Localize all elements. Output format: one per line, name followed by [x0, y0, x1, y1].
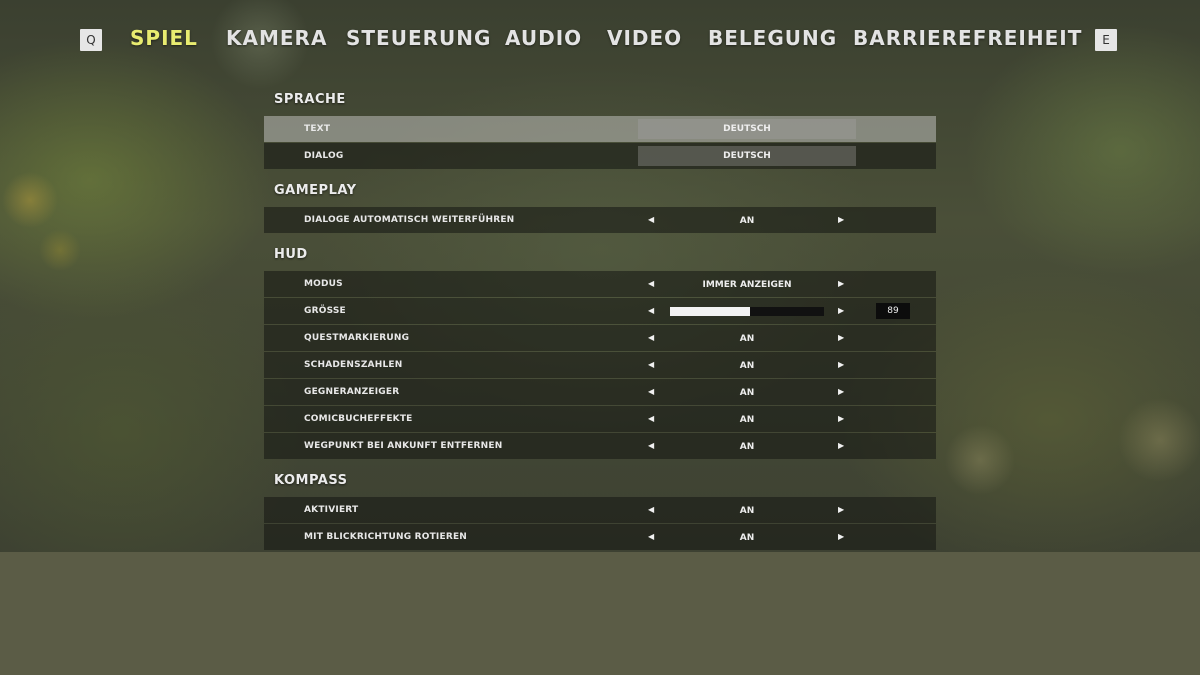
setting-row-hud-modus[interactable]: Modus ◀ Immer anzeigen ▶	[264, 271, 936, 297]
tab-spiel[interactable]: Spiel	[130, 26, 198, 50]
right-arrow-icon[interactable]: ▶	[838, 298, 844, 324]
setting-label: Dialog	[304, 151, 344, 161]
setting-row-kompass-aktiviert[interactable]: Aktiviert ◀ An ▶	[264, 497, 936, 523]
section-title-hud: HUD	[274, 247, 308, 262]
left-arrow-icon[interactable]: ◀	[648, 271, 654, 297]
setting-row-questmarkierung[interactable]: Questmarkierung ◀ An ▶	[264, 325, 936, 351]
right-arrow-icon[interactable]: ▶	[838, 433, 844, 459]
hud-size-slider[interactable]	[670, 307, 824, 316]
tab-barrierefreiheit[interactable]: Barrierefreiheit	[853, 26, 1082, 50]
bottom-area	[0, 552, 1200, 675]
left-arrow-icon[interactable]: ◀	[648, 497, 654, 523]
setting-row-text-language[interactable]: Text Deutsch	[264, 116, 936, 142]
prev-tab-key-hint[interactable]: Q	[80, 29, 102, 51]
left-arrow-icon[interactable]: ◀	[648, 433, 654, 459]
right-arrow-icon[interactable]: ▶	[838, 325, 844, 351]
left-arrow-icon[interactable]: ◀	[648, 352, 654, 378]
left-arrow-icon[interactable]: ◀	[648, 298, 654, 324]
left-arrow-icon[interactable]: ◀	[648, 325, 654, 351]
setting-label: Größe	[304, 306, 346, 316]
text-language-dropdown[interactable]: Deutsch	[638, 119, 856, 139]
left-arrow-icon[interactable]: ◀	[648, 207, 654, 233]
setting-row-comicbucheffekte[interactable]: Comicbucheffekte ◀ An ▶	[264, 406, 936, 432]
setting-label: Wegpunkt bei Ankunft entfernen	[304, 441, 503, 451]
setting-label: Aktiviert	[304, 505, 359, 515]
setting-value: An	[739, 415, 755, 425]
right-arrow-icon[interactable]: ▶	[838, 497, 844, 523]
setting-value: An	[739, 334, 755, 344]
hud-size-value: 89	[876, 303, 910, 319]
setting-label: Mit Blickrichtung rotieren	[304, 532, 468, 542]
slider-fill	[670, 307, 751, 316]
section-title-gameplay: Gameplay	[274, 183, 357, 198]
setting-label: Comicbucheffekte	[304, 414, 413, 424]
setting-row-hud-groesse[interactable]: Größe ◀ ▶ 89	[264, 298, 936, 324]
setting-row-auto-dialog[interactable]: Dialoge automatisch weiterführen ◀ An ▶	[264, 207, 936, 233]
setting-value: An	[739, 216, 755, 226]
setting-value: An	[739, 388, 755, 398]
next-tab-key-hint[interactable]: E	[1095, 29, 1117, 51]
section-title-sprache: Sprache	[274, 92, 346, 107]
settings-tab-bar: Q Spiel Kamera Steuerung Audio Video Bel…	[0, 0, 1200, 80]
setting-row-wegpunkt[interactable]: Wegpunkt bei Ankunft entfernen ◀ An ▶	[264, 433, 936, 459]
tab-kamera[interactable]: Kamera	[226, 26, 327, 50]
dialog-language-dropdown[interactable]: Deutsch	[638, 146, 856, 166]
setting-row-gegneranzeiger[interactable]: Gegneranzeiger ◀ An ▶	[264, 379, 936, 405]
right-arrow-icon[interactable]: ▶	[838, 207, 844, 233]
section-title-kompass: Kompass	[274, 473, 348, 488]
setting-row-schadenszahlen[interactable]: Schadenszahlen ◀ An ▶	[264, 352, 936, 378]
right-arrow-icon[interactable]: ▶	[838, 524, 844, 550]
tab-steuerung[interactable]: Steuerung	[346, 26, 491, 50]
setting-label: Modus	[304, 279, 343, 289]
right-arrow-icon[interactable]: ▶	[838, 406, 844, 432]
setting-value: Immer anzeigen	[702, 280, 792, 290]
tab-belegung[interactable]: Belegung	[708, 26, 837, 50]
setting-label: Text	[304, 124, 331, 134]
left-arrow-icon[interactable]: ◀	[648, 406, 654, 432]
setting-row-kompass-rotieren[interactable]: Mit Blickrichtung rotieren ◀ An ▶	[264, 524, 936, 550]
left-arrow-icon[interactable]: ◀	[648, 524, 654, 550]
tab-audio[interactable]: Audio	[505, 26, 582, 50]
setting-value: An	[739, 361, 755, 371]
setting-value: An	[739, 533, 755, 543]
setting-value: An	[739, 442, 755, 452]
right-arrow-icon[interactable]: ▶	[838, 352, 844, 378]
right-arrow-icon[interactable]: ▶	[838, 271, 844, 297]
right-arrow-icon[interactable]: ▶	[838, 379, 844, 405]
left-arrow-icon[interactable]: ◀	[648, 379, 654, 405]
setting-value: An	[739, 506, 755, 516]
setting-label: Gegneranzeiger	[304, 387, 400, 397]
setting-label: Dialoge automatisch weiterführen	[304, 215, 515, 225]
setting-row-dialog-language[interactable]: Dialog Deutsch	[264, 143, 936, 169]
setting-label: Questmarkierung	[304, 333, 410, 343]
setting-label: Schadenszahlen	[304, 360, 403, 370]
tab-video[interactable]: Video	[607, 26, 682, 50]
settings-panel: Sprache Text Deutsch Dialog Deutsch Game…	[264, 80, 936, 552]
